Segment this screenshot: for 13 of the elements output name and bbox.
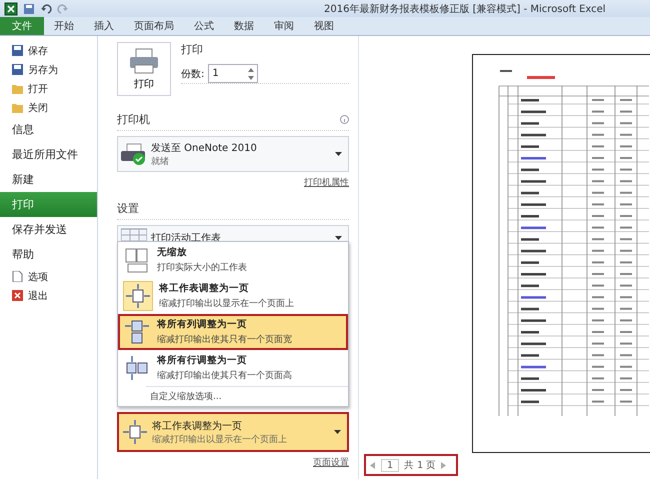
option-description: 缩减打印输出使其只有一个页面宽 bbox=[157, 334, 292, 346]
section-heading: 设置 bbox=[117, 201, 139, 216]
option-title: 将所有列调整为一页 bbox=[157, 318, 248, 331]
section-heading: 打印机 bbox=[117, 112, 150, 127]
option-description: 缩减打印输出以显示在一个页面上 bbox=[159, 298, 294, 310]
option-description: 缩减打印输出使其只有一个页面高 bbox=[157, 370, 292, 382]
option-title: 将工作表调整为一页 bbox=[159, 282, 250, 295]
copies-label: 份数: bbox=[181, 68, 204, 80]
section-heading: 打印 bbox=[181, 42, 204, 57]
page-count: 共 1 页 bbox=[404, 458, 436, 472]
option-description: 打印实际大小的工作表 bbox=[157, 262, 247, 274]
window-title: 2016年最新财务报表模板修正版 [兼容模式] - Microsoft Excel bbox=[324, 2, 606, 16]
option-title: 将所有行调整为一页 bbox=[157, 354, 248, 367]
